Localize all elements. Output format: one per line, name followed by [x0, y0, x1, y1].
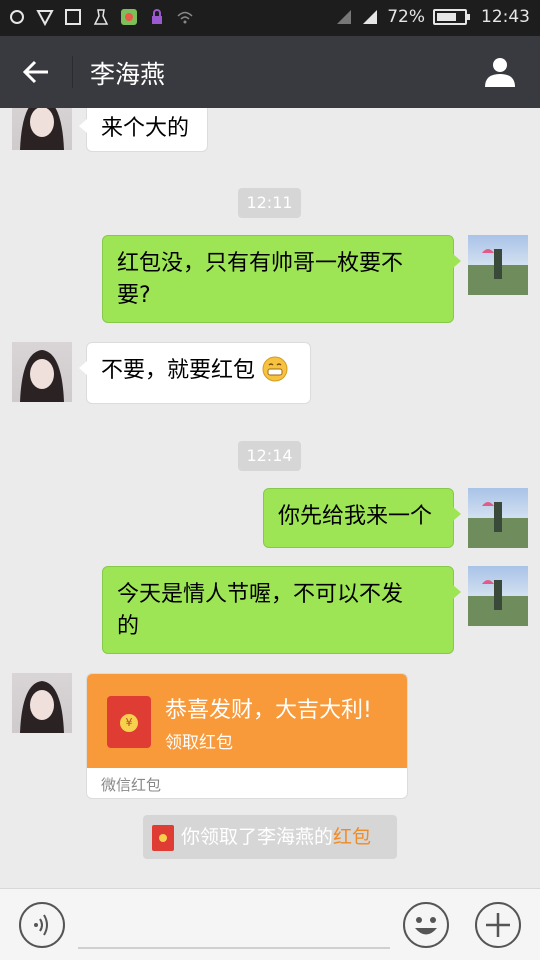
timestamp: 12:14 — [238, 441, 301, 471]
message-text-line: 的 — [117, 614, 140, 639]
my-avatar[interactable] — [468, 566, 528, 626]
signal-icon — [337, 10, 352, 24]
cleaner-icon — [93, 9, 109, 25]
voice-icon[interactable] — [18, 901, 66, 949]
person-icon[interactable] — [482, 54, 518, 90]
status-bar: 72% 12:43 — [0, 0, 540, 36]
red-envelope-icon — [152, 825, 174, 851]
message-text-line: 红包没，只有有帅哥一枚要不 — [117, 251, 404, 276]
contact-avatar[interactable] — [12, 342, 72, 402]
contact-avatar[interactable] — [12, 108, 72, 150]
red-envelope-icon: ¥ — [107, 696, 151, 748]
header-divider — [72, 56, 73, 88]
signal-4g-icon — [363, 10, 378, 24]
red-packet-subtitle: 领取红包 — [165, 733, 233, 753]
message-bubble-outgoing[interactable]: 红包没，只有有帅哥一枚要不 要? — [102, 235, 461, 323]
lock-icon — [152, 9, 162, 24]
input-bar — [0, 888, 540, 960]
timestamp: 12:11 — [238, 188, 301, 218]
page-title: 李海燕 — [90, 60, 166, 89]
message-text-line: 要? — [117, 283, 151, 308]
wifi-icon — [177, 11, 193, 24]
system-notice: 你领取了李海燕的红包 — [143, 815, 397, 859]
message-bubble-outgoing[interactable]: 今天是情人节喔，不可以不发 的 — [102, 566, 461, 654]
message-bubble-outgoing[interactable]: 你先给我来一个 — [263, 488, 461, 548]
message-text-line: 今天是情人节喔，不可以不发 — [117, 582, 404, 607]
message-bubble-incoming[interactable]: 来个大的 — [79, 108, 208, 152]
red-packet-body: ¥ 恭喜发财，大吉大利! 领取红包 — [87, 674, 407, 768]
message-bubble-incoming[interactable]: 不要，就要红包 — [79, 342, 311, 404]
grin-emoji — [262, 356, 288, 382]
coin-icon: ¥ — [120, 714, 138, 732]
clock: 12:43 — [481, 7, 530, 27]
message-text: 你先给我来一个 — [278, 504, 433, 529]
contact-avatar[interactable] — [12, 673, 72, 733]
red-packet-footer: 微信红包 — [101, 776, 162, 794]
message-text: 不要，就要红包 — [101, 358, 256, 383]
app-icon — [121, 9, 137, 25]
my-avatar[interactable] — [468, 235, 528, 295]
arrow-left-icon[interactable] — [18, 54, 54, 90]
emoji-icon[interactable] — [402, 901, 450, 949]
message-input[interactable] — [78, 947, 390, 949]
battery-percent: 72% — [387, 7, 425, 27]
chat-header: 李海燕 — [0, 36, 540, 108]
battery-icon — [433, 9, 470, 25]
plus-icon[interactable] — [474, 901, 522, 949]
shield-icon — [36, 10, 54, 26]
red-packet-card[interactable]: ¥ 恭喜发财，大吉大利! 领取红包 微信红包 — [86, 673, 408, 799]
message-list[interactable]: 来个大的 12:11 红包没，只有有帅哥一枚要不 要? 不要，就要红包 12:1… — [0, 108, 540, 888]
message-text: 来个大的 — [101, 116, 190, 141]
sync-icon — [10, 10, 24, 24]
red-packet-link[interactable]: 红包 — [333, 826, 371, 848]
screenshot-icon — [65, 9, 81, 25]
my-avatar[interactable] — [468, 488, 528, 548]
notice-text: 你领取了李海燕的 — [181, 826, 334, 848]
red-packet-title: 恭喜发财，大吉大利! — [165, 698, 372, 723]
